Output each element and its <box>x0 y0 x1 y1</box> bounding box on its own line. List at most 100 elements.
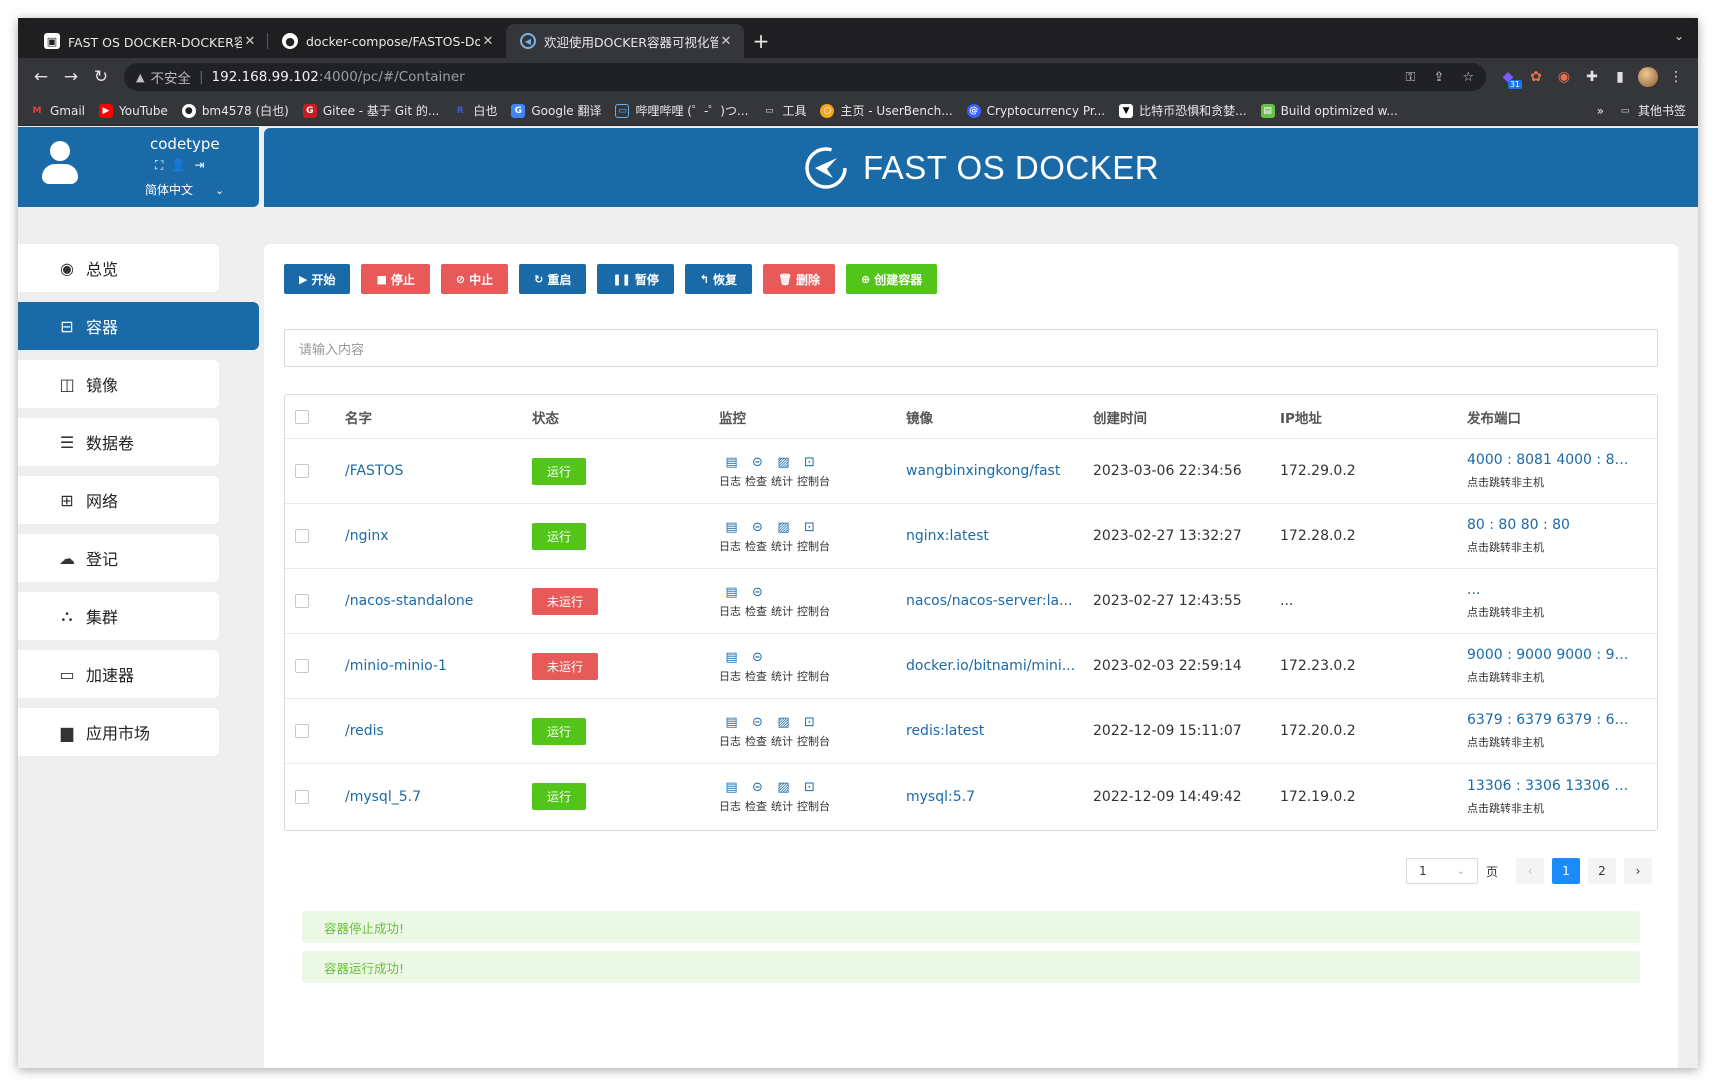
port-mapping-link[interactable]: 80 : 80 80 : 80 <box>1467 517 1632 533</box>
fullscreen-icon[interactable]: ⛶ <box>155 158 163 173</box>
port-mapping-link[interactable]: 6379 : 6379 6379 : 6379 <box>1467 712 1632 728</box>
stats-label[interactable]: 统计 <box>771 538 793 554</box>
log-file-icon[interactable]: ▤ <box>723 779 740 796</box>
star-icon[interactable]: ☆ <box>1462 70 1474 85</box>
browser-tab[interactable]: ● docker-compose/FASTOS-Docker ✕ <box>268 24 506 58</box>
inspect-label[interactable]: 检查 <box>745 473 767 489</box>
bookmarks-more-button[interactable]: » <box>1597 104 1604 118</box>
extension-icon[interactable]: ✿ <box>1522 63 1550 91</box>
log-file-icon[interactable]: ▤ <box>723 714 740 731</box>
extension-icon[interactable]: ◉ <box>1550 63 1578 91</box>
start-button[interactable]: ▶ 开始 <box>284 264 351 294</box>
stats-chart-icon[interactable]: ▨ <box>775 454 792 471</box>
new-tab-button[interactable]: + <box>744 24 778 58</box>
row-checkbox[interactable] <box>295 789 309 804</box>
log-label[interactable]: 日志 <box>719 473 741 489</box>
bookmark-item[interactable]: ▼ 比特币恐惧和贪婪... <box>1119 102 1247 119</box>
container-name-link[interactable]: /redis <box>345 723 384 739</box>
console-label[interactable]: 控制台 <box>797 668 830 684</box>
sidebar-item-accelerator[interactable]: ▭ 加速器 <box>18 650 219 698</box>
user-avatar-icon[interactable] <box>40 141 80 187</box>
sidebar-item-cluster[interactable]: ⛬ 集群 <box>18 592 219 640</box>
log-label[interactable]: 日志 <box>719 538 741 554</box>
inspect-label[interactable]: 检查 <box>745 668 767 684</box>
sidepanel-icon[interactable]: ▮ <box>1606 63 1634 91</box>
row-checkbox[interactable] <box>295 594 309 608</box>
console-label[interactable]: 控制台 <box>797 473 830 489</box>
profile-avatar[interactable] <box>1634 63 1662 91</box>
stats-label[interactable]: 统计 <box>771 668 793 684</box>
sidebar-item-containers[interactable]: ⊟ 容器 <box>18 302 259 350</box>
log-label[interactable]: 日志 <box>719 733 741 749</box>
bookmark-item[interactable]: R 白也 <box>453 102 497 119</box>
pause-button[interactable]: ❚❚ 暂停 <box>597 264 674 294</box>
container-name-link[interactable]: /minio-minio-1 <box>345 658 447 674</box>
sidebar-item-registry[interactable]: ☁ 登记 <box>18 534 219 582</box>
row-checkbox[interactable] <box>295 659 309 673</box>
port-mapping-link[interactable]: 13306 : 3306 13306 : ... <box>1467 778 1632 794</box>
search-input[interactable]: 请输入内容 <box>284 329 1658 367</box>
extension-icon[interactable]: ◆ 31 <box>1494 63 1522 91</box>
row-checkbox[interactable] <box>295 724 309 738</box>
close-tab-icon[interactable]: ✕ <box>480 34 496 49</box>
console-icon[interactable]: ⊡ <box>801 454 818 471</box>
console-label[interactable]: 控制台 <box>797 538 830 554</box>
bookmark-item[interactable]: ▭ 哔哩哔哩 (゜-゜)つ... <box>615 102 748 119</box>
menu-icon[interactable]: ⋮ <box>1662 63 1690 91</box>
reload-icon[interactable]: ↻ <box>86 62 116 92</box>
console-icon[interactable]: ⊡ <box>801 519 818 536</box>
inspect-icon[interactable]: ⊝ <box>749 714 766 731</box>
inspect-label[interactable]: 检查 <box>745 603 767 619</box>
port-mapping-link[interactable]: 9000 : 9000 9000 : 90... <box>1467 647 1632 663</box>
resume-button[interactable]: ↰ 恢复 <box>684 264 753 294</box>
inspect-label[interactable]: 检查 <box>745 538 767 554</box>
console-label[interactable]: 控制台 <box>797 603 830 619</box>
console-label[interactable]: 控制台 <box>797 733 830 749</box>
bookmark-item[interactable]: G Google 翻译 <box>511 102 601 119</box>
log-label[interactable]: 日志 <box>719 603 741 619</box>
page-button[interactable]: 1 <box>1552 858 1580 884</box>
stats-label[interactable]: 统计 <box>771 733 793 749</box>
stats-label[interactable]: 统计 <box>771 473 793 489</box>
image-link[interactable]: wangbinxingkong/fast <box>906 463 1076 479</box>
container-name-link[interactable]: /nginx <box>345 528 389 544</box>
close-tab-icon[interactable]: ✕ <box>718 34 734 49</box>
puzzle-icon[interactable]: ✚ <box>1578 63 1606 91</box>
container-name-link[interactable]: /mysql_5.7 <box>345 789 421 805</box>
log-file-icon[interactable]: ▤ <box>723 649 740 666</box>
console-label[interactable]: 控制台 <box>797 798 830 814</box>
bookmark-item[interactable]: M Gmail <box>30 104 86 118</box>
sidebar-item-volumes[interactable]: ☰ 数据卷 <box>18 418 219 466</box>
inspect-label[interactable]: 检查 <box>745 733 767 749</box>
container-name-link[interactable]: /FASTOS <box>345 463 403 479</box>
back-icon[interactable]: ← <box>26 62 56 92</box>
inspect-icon[interactable]: ⊝ <box>749 649 766 666</box>
container-name-link[interactable]: /nacos-standalone <box>345 593 473 609</box>
abort-button[interactable]: ⊘ 中止 <box>440 264 509 294</box>
language-select[interactable]: 简体中文 ⌄ <box>145 181 224 198</box>
bookmark-item[interactable]: ▤ Build optimized w... <box>1260 103 1398 118</box>
row-checkbox[interactable] <box>295 464 309 478</box>
bookmark-item[interactable]: @ Cryptocurrency Pr... <box>966 103 1105 118</box>
next-page-button[interactable]: › <box>1624 858 1652 884</box>
inspect-icon[interactable]: ⊝ <box>749 584 766 601</box>
sidebar-item-images[interactable]: ◫ 镜像 <box>18 360 219 408</box>
log-label[interactable]: 日志 <box>719 668 741 684</box>
bookmark-item[interactable]: G Gitee - 基于 Git 的... <box>302 102 439 119</box>
page-button[interactable]: 2 <box>1588 858 1616 884</box>
stats-chart-icon[interactable]: ▨ <box>775 714 792 731</box>
log-file-icon[interactable]: ▤ <box>723 584 740 601</box>
stats-label[interactable]: 统计 <box>771 798 793 814</box>
inspect-label[interactable]: 检查 <box>745 798 767 814</box>
stop-button[interactable]: ■ 停止 <box>361 264 430 294</box>
user-icon[interactable]: 👤 <box>171 158 186 173</box>
bookmark-item[interactable]: ▭ 工具 <box>762 102 806 119</box>
image-link[interactable]: nacos/nacos-server:la... <box>906 593 1076 609</box>
image-link[interactable]: redis:latest <box>906 723 1076 739</box>
bookmark-item[interactable]: ○ 主页 - UserBench... <box>820 102 953 119</box>
key-icon[interactable]: ⚿ <box>1406 70 1416 85</box>
inspect-icon[interactable]: ⊝ <box>749 519 766 536</box>
delete-button[interactable]: 🗑 删除 <box>763 264 836 294</box>
inspect-icon[interactable]: ⊝ <box>749 779 766 796</box>
restart-button[interactable]: ↻ 重启 <box>519 264 587 294</box>
